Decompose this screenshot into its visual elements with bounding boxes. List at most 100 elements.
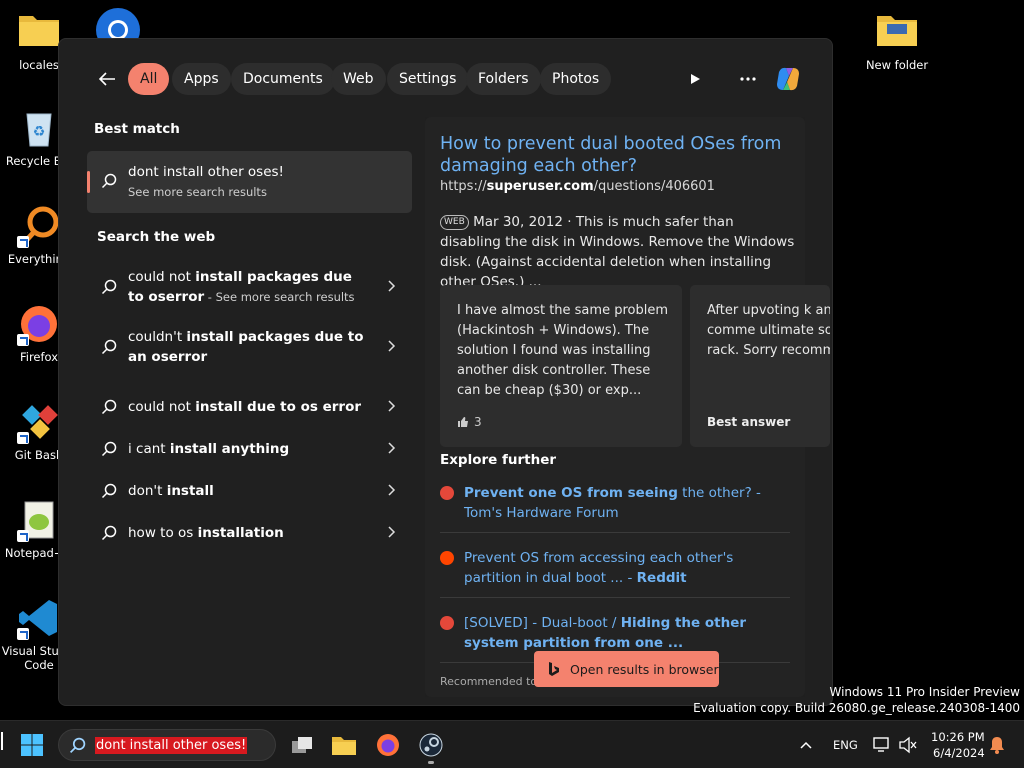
- clock-date[interactable]: 6/4/2024: [933, 746, 985, 760]
- web-suggestion[interactable]: don't install: [87, 471, 412, 511]
- filter-settings[interactable]: Settings: [387, 63, 469, 95]
- more-dots-icon: [740, 77, 756, 81]
- firefox-icon: [377, 734, 399, 756]
- svg-text:♻: ♻: [33, 124, 46, 140]
- result-snippet: WEB Mar 30, 2012 · This is much safer th…: [440, 214, 795, 290]
- reddit-icon: [440, 551, 454, 565]
- git-bash-icon: [17, 400, 61, 444]
- shortcut-arrow-icon: [17, 334, 29, 346]
- back-button[interactable]: [95, 67, 119, 91]
- chevron-up-icon: [800, 741, 812, 749]
- copilot-button[interactable]: [772, 63, 804, 95]
- explore-link[interactable]: Prevent OS from accessing each other's p…: [440, 548, 790, 598]
- web-suggestion[interactable]: couldn't install packages due to an oser…: [87, 327, 412, 367]
- search-icon: [101, 339, 117, 359]
- steam-icon: [419, 733, 443, 757]
- web-suggestion[interactable]: could not install packages due to oserro…: [87, 267, 412, 307]
- file-explorer-icon: [332, 737, 356, 755]
- volume-button[interactable]: [892, 729, 924, 761]
- search-icon: [101, 441, 117, 461]
- preview-pane: How to prevent dual booted OSes from dam…: [425, 117, 830, 697]
- bing-icon: [549, 662, 559, 676]
- chevron-right-icon: [386, 399, 396, 417]
- search-web-heading: Search the web: [97, 229, 216, 245]
- suggestion-text: couldn't install packages due to an oser…: [128, 329, 364, 365]
- search-icon: [69, 737, 86, 758]
- suggestion-text: i cant install anything: [128, 441, 290, 457]
- chevron-right-icon: [386, 483, 396, 501]
- more-options-button[interactable]: [734, 65, 762, 93]
- desktop-icon-new-folder[interactable]: New folder: [858, 10, 936, 72]
- result-title-link[interactable]: How to prevent dual booted OSes from dam…: [440, 133, 785, 177]
- answer-card-text: After upvoting k and jet's comme ultimat…: [707, 303, 830, 358]
- suggestion-text: don't install: [128, 483, 214, 499]
- search-icon: [101, 279, 117, 299]
- web-result-preview: How to prevent dual booted OSes from dam…: [425, 117, 830, 697]
- notepad-plus-plus-icon: [17, 498, 61, 542]
- running-indicator: [428, 761, 434, 764]
- show-hidden-icons-button[interactable]: [790, 729, 822, 761]
- answer-card-footer: 3: [457, 415, 482, 429]
- explore-heading: Explore further: [440, 452, 557, 468]
- search-icon: [101, 173, 117, 193]
- network-icon: [873, 737, 889, 752]
- filter-folders[interactable]: Folders: [466, 63, 541, 95]
- filter-bar: All Apps Documents Web Settings Folders …: [59, 61, 832, 97]
- open-results-in-browser-button[interactable]: Open results in browser: [534, 651, 719, 687]
- arrow-left-icon: [98, 72, 115, 86]
- file-explorer-button[interactable]: [328, 729, 360, 761]
- windows-logo-icon: [21, 734, 43, 756]
- input-language[interactable]: ENG: [833, 738, 858, 752]
- web-suggestion[interactable]: how to os installation: [87, 513, 412, 553]
- taskbar-search-query: dont install other oses!: [95, 737, 248, 754]
- search-icon: [101, 399, 117, 419]
- task-view-button[interactable]: [286, 729, 318, 761]
- watermark-line-1: Windows 11 Pro Insider Preview: [829, 685, 1020, 699]
- best-match-heading: Best match: [94, 121, 180, 137]
- play-icon: [691, 74, 700, 84]
- shortcut-arrow-icon: [17, 236, 29, 248]
- web-suggestion[interactable]: could not install due to os error: [87, 387, 412, 427]
- filter-apps[interactable]: Apps: [172, 63, 231, 95]
- web-suggestion[interactable]: i cant install anything: [87, 429, 412, 469]
- clock-time[interactable]: 10:26 PM: [931, 730, 985, 744]
- filter-documents[interactable]: Documents: [231, 63, 335, 95]
- task-view-icon: [292, 737, 312, 753]
- taskbar: dont install other oses! ENG 10:26 PM 6/…: [0, 720, 1024, 768]
- recycle-bin-icon: ♻: [17, 106, 61, 150]
- suggestion-text: could not install due to os error: [128, 399, 362, 415]
- answer-card[interactable]: After upvoting k and jet's comme ultimat…: [690, 285, 830, 447]
- best-match-title: dont install other oses!: [128, 164, 284, 180]
- start-button[interactable]: [16, 729, 48, 761]
- chevron-right-icon: [386, 441, 396, 459]
- answer-card[interactable]: I have almost the same problem (Hackinto…: [440, 285, 682, 447]
- watermark-line-2: Evaluation copy. Build 26080.ge_release.…: [693, 701, 1020, 715]
- search-icon: [101, 483, 117, 503]
- notifications-button[interactable]: [981, 729, 1013, 761]
- browser-desktop-icon: [94, 6, 142, 40]
- play-button[interactable]: [681, 65, 709, 93]
- toms-hardware-icon: [440, 486, 454, 500]
- shortcut-arrow-icon: [17, 432, 29, 444]
- filter-all[interactable]: All: [128, 63, 170, 95]
- firefox-taskbar-button[interactable]: [372, 729, 404, 761]
- shortcut-arrow-icon: [17, 530, 29, 542]
- vscode-icon: [17, 596, 61, 640]
- filter-photos[interactable]: Photos: [540, 63, 612, 95]
- selection-accent: [87, 171, 90, 193]
- filter-web[interactable]: Web: [331, 63, 386, 95]
- chevron-right-icon: [386, 525, 396, 543]
- result-url[interactable]: https://superuser.com/questions/406601: [440, 179, 715, 194]
- toms-hardware-icon: [440, 616, 454, 630]
- best-match-item[interactable]: dont install other oses! See more search…: [87, 151, 412, 213]
- copilot-icon: [777, 67, 799, 91]
- firefox-icon: [17, 302, 61, 346]
- folder-icon: [875, 10, 919, 54]
- everything-search-icon: [17, 204, 61, 248]
- search-panel: All Apps Documents Web Settings Folders …: [58, 38, 833, 706]
- explore-link[interactable]: Prevent one OS from seeing the other? - …: [440, 483, 790, 533]
- answer-card-footer: Best answer: [707, 415, 791, 429]
- taskbar-search-box[interactable]: dont install other oses!: [58, 729, 276, 761]
- folder-icon: [17, 10, 61, 54]
- steam-taskbar-button[interactable]: [415, 729, 447, 764]
